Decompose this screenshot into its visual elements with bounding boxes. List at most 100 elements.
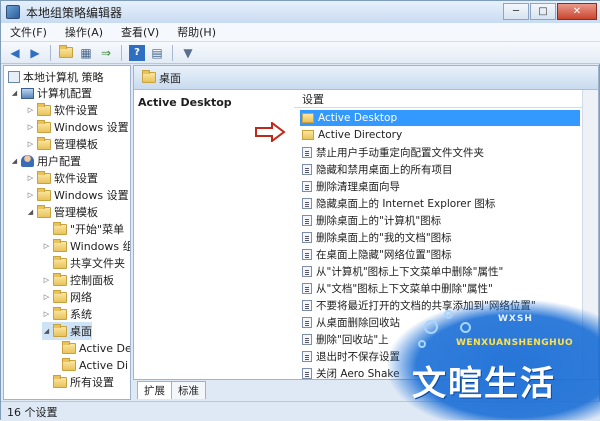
filter-icon[interactable]: ▼ <box>180 45 196 61</box>
description-title: Active Desktop <box>138 96 232 109</box>
expand-arrow-icon[interactable]: ▷ <box>42 242 51 250</box>
tree-cc-admin[interactable]: ▷ 管理模板 <box>26 135 98 153</box>
tree-cc-windows[interactable]: ▷ Windows 设置 <box>26 118 129 136</box>
expand-arrow-icon[interactable]: ▷ <box>26 123 35 131</box>
tab-standard[interactable]: 标准 <box>171 381 206 399</box>
expand-arrow-icon[interactable]: ▷ <box>26 191 35 199</box>
tree-uc-admin[interactable]: ◢ 管理模板 <box>26 203 98 221</box>
list-item[interactable]: 隐藏桌面上的 Internet Explorer 图标 <box>300 195 580 211</box>
minimize-button[interactable]: ─ <box>503 3 529 20</box>
maximize-button[interactable]: □ <box>530 3 556 20</box>
export-list-icon[interactable]: ⇒ <box>98 45 114 61</box>
folder-icon <box>62 357 76 371</box>
folder-icon <box>53 221 67 235</box>
folder-icon <box>37 204 51 218</box>
tree-label: 管理模板 <box>54 138 98 151</box>
forward-icon[interactable]: ▶ <box>27 45 43 61</box>
menu-help[interactable]: 帮助(H) <box>168 24 225 40</box>
details-header: 桌面 <box>134 66 598 90</box>
setting-icon <box>302 299 312 311</box>
tree-start-menu[interactable]: "开始"菜单 <box>42 220 124 238</box>
expand-arrow-icon[interactable]: ▷ <box>42 310 51 318</box>
tree-windows-components[interactable]: ▷ Windows 组件 <box>42 237 130 255</box>
bubble-icon <box>444 310 453 319</box>
tree-label: Windows 组件 <box>70 240 130 253</box>
tree-shared-folders[interactable]: 共享文件夹 <box>42 254 125 272</box>
folder-icon <box>37 187 51 201</box>
tree-user-config[interactable]: ◢ 用户配置 <box>10 152 81 170</box>
list-item[interactable]: 删除清理桌面向导 <box>300 178 580 194</box>
folder-icon <box>37 119 51 133</box>
window-title: 本地组策略编辑器 <box>26 5 123 20</box>
expand-arrow-icon[interactable]: ▷ <box>26 106 35 114</box>
expand-arrow-icon[interactable]: ▷ <box>26 140 35 148</box>
list-item[interactable]: Active Directory <box>300 127 580 143</box>
expand-arrow-icon[interactable]: ▷ <box>42 276 51 284</box>
tree-system[interactable]: ▷ 系统 <box>42 305 92 323</box>
collapse-arrow-icon[interactable]: ◢ <box>10 89 19 97</box>
policy-icon <box>8 71 20 83</box>
tree-label: Windows 设置 <box>54 189 129 202</box>
list-item[interactable]: 禁止用户手动重定向配置文件文件夹 <box>300 144 580 160</box>
watermark-main-text: 文暄生活 <box>412 364 556 404</box>
up-folder-icon[interactable] <box>58 45 74 61</box>
tree-network[interactable]: ▷ 网络 <box>42 288 92 306</box>
folder-icon <box>302 130 314 140</box>
list-item[interactable]: Active Desktop <box>300 110 580 126</box>
list-item[interactable]: 从"文档"图标上下文菜单中删除"属性" <box>300 280 580 296</box>
folder-icon <box>37 170 51 184</box>
title-bar: 本地组策略编辑器 ─ □ ✕ <box>1 1 600 23</box>
bubble-icon <box>424 320 438 334</box>
folder-icon <box>53 272 67 286</box>
properties-icon[interactable]: ▤ <box>149 45 165 61</box>
folder-icon <box>53 306 67 320</box>
red-arrow-icon <box>255 122 286 142</box>
setting-icon <box>302 197 312 209</box>
setting-icon <box>302 350 312 362</box>
back-icon[interactable]: ◀ <box>7 45 23 61</box>
tree-control-panel[interactable]: ▷ 控制面板 <box>42 271 114 289</box>
list-item[interactable]: 删除桌面上的"我的文档"图标 <box>300 229 580 245</box>
tree-cc-software[interactable]: ▷ 软件设置 <box>26 101 98 119</box>
bubble-icon <box>460 322 471 333</box>
tree-uc-software[interactable]: ▷ 软件设置 <box>26 169 98 187</box>
close-button[interactable]: ✕ <box>557 3 597 20</box>
menu-view[interactable]: 查看(V) <box>112 24 168 40</box>
menu-action[interactable]: 操作(A) <box>56 24 112 40</box>
collapse-arrow-icon[interactable]: ◢ <box>26 208 35 216</box>
folder-icon <box>53 374 67 388</box>
setting-icon <box>302 163 312 175</box>
help-icon[interactable]: ? <box>129 44 145 61</box>
tree-computer-config[interactable]: ◢ 计算机配置 <box>10 84 92 102</box>
toolbar-separator <box>172 44 173 61</box>
tree-label: 软件设置 <box>54 172 98 185</box>
tree-active-directory[interactable]: Active Di <box>60 356 128 374</box>
collapse-arrow-icon[interactable]: ◢ <box>42 327 51 335</box>
tree-desktop[interactable]: ◢ 桌面 <box>42 322 92 340</box>
tree-uc-windows[interactable]: ▷ Windows 设置 <box>26 186 129 204</box>
list-item[interactable]: 从"计算机"图标上下文菜单中删除"属性" <box>300 263 580 279</box>
tree-label: 网络 <box>70 291 92 304</box>
list-item[interactable]: 在桌面上隐藏"网络位置"图标 <box>300 246 580 262</box>
setting-icon <box>302 146 312 158</box>
tab-extended[interactable]: 扩展 <box>137 381 172 399</box>
bubble-icon <box>418 340 426 348</box>
show-tree-icon[interactable]: ▦ <box>78 45 94 61</box>
list-item[interactable]: 删除桌面上的"计算机"图标 <box>300 212 580 228</box>
list-item[interactable]: 隐藏和禁用桌面上的所有项目 <box>300 161 580 177</box>
tree-label: 软件设置 <box>54 104 98 117</box>
details-header-title: 桌面 <box>159 71 181 85</box>
expand-arrow-icon[interactable]: ▷ <box>26 174 35 182</box>
setting-icon <box>302 265 312 277</box>
tree-label: Active Di <box>79 358 129 372</box>
tree-active-desktop[interactable]: Active De <box>60 339 130 357</box>
column-header-settings[interactable]: 设置 <box>294 90 584 108</box>
menu-file[interactable]: 文件(F) <box>1 24 56 40</box>
expand-arrow-icon[interactable]: ▷ <box>42 293 51 301</box>
setting-icon <box>302 248 312 260</box>
tree-all-settings[interactable]: 所有设置 <box>42 373 114 391</box>
folder-icon <box>53 238 67 252</box>
folder-icon <box>302 113 314 123</box>
collapse-arrow-icon[interactable]: ◢ <box>10 157 19 165</box>
setting-icon <box>302 231 312 243</box>
